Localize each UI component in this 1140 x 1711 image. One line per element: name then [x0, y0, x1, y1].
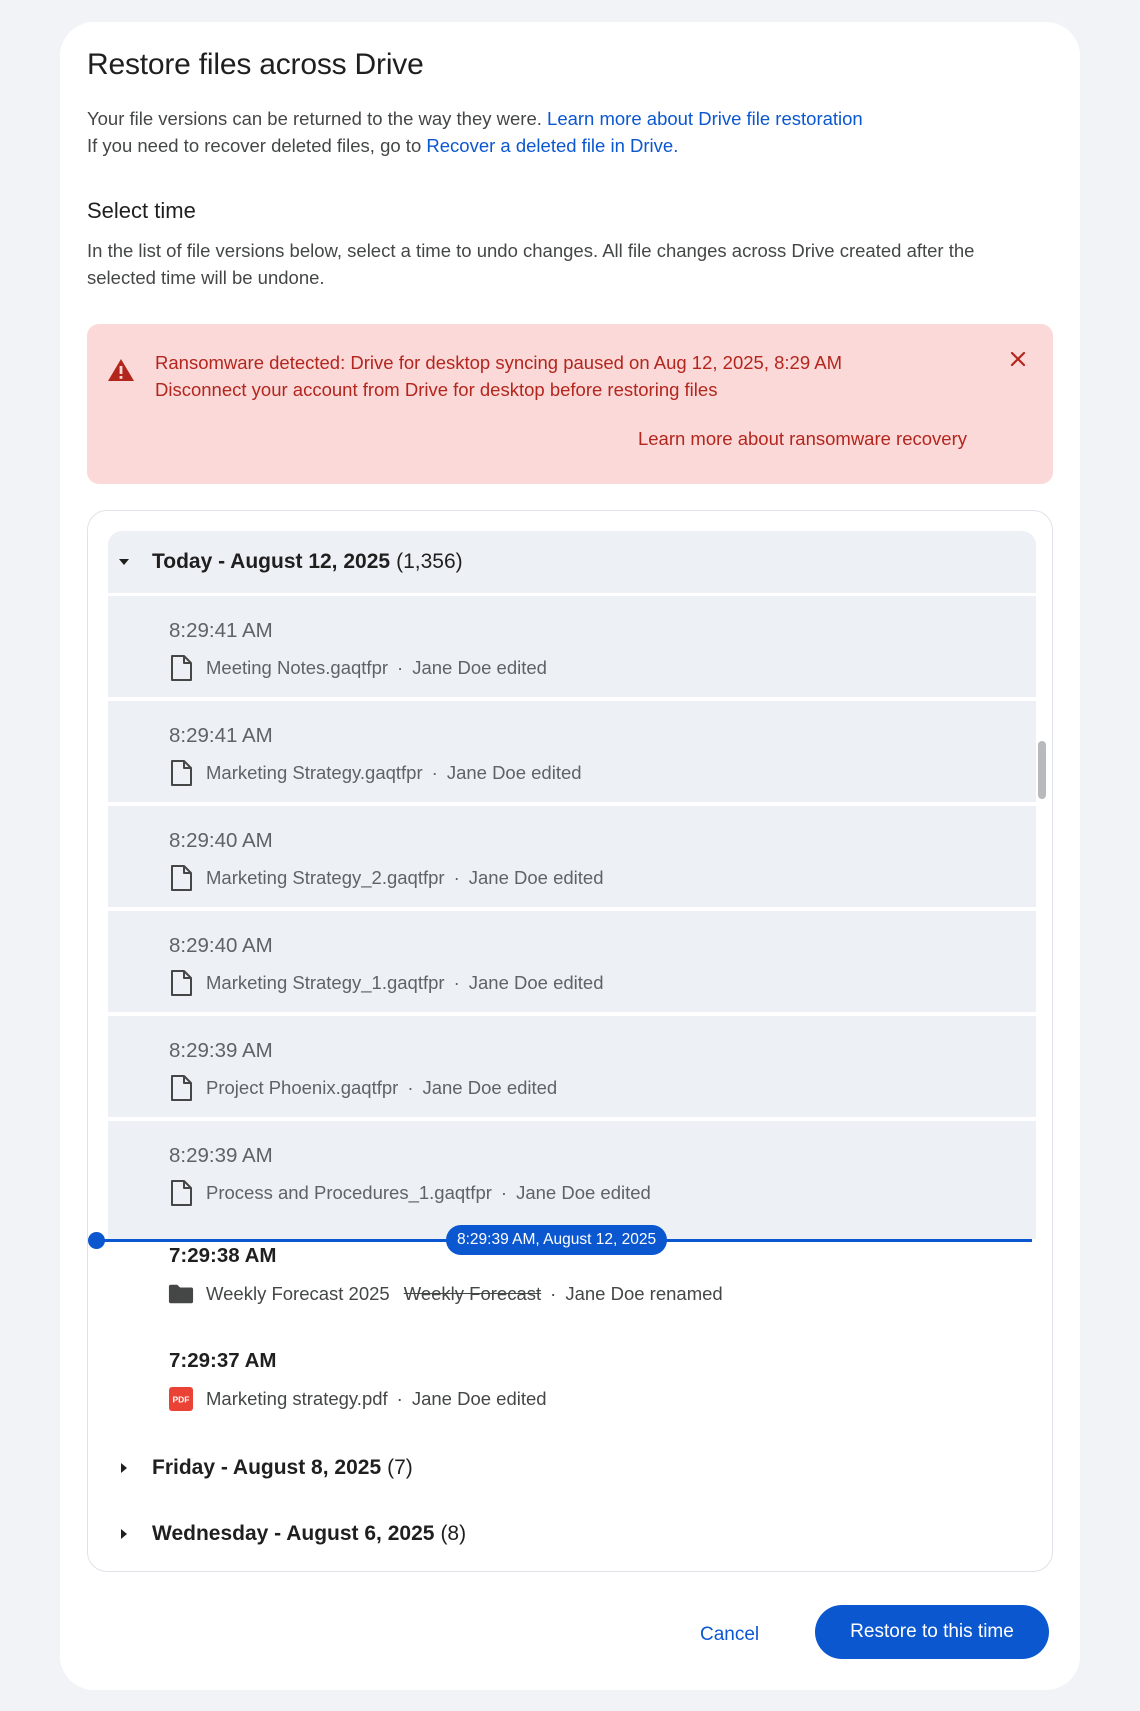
- separator: ·: [397, 657, 404, 678]
- version-row[interactable]: 8:29:39 AM Process and Procedures_1.gaqt…: [108, 1121, 1036, 1239]
- separator: ·: [407, 1077, 414, 1098]
- pdf-icon: PDF: [168, 1386, 194, 1412]
- group-label: Today - August 12, 2025: [152, 550, 391, 573]
- separator: ·: [550, 1283, 557, 1304]
- file-name: Marketing Strategy_1.gaqtfpr: [206, 972, 445, 993]
- version-action: Jane Doe renamed: [565, 1283, 723, 1304]
- caret-down-icon: [116, 554, 132, 570]
- version-action: Jane Doe edited: [468, 867, 604, 888]
- pdf-badge-text: PDF: [173, 1395, 190, 1405]
- alert-message: Disconnect your account from Drive for d…: [155, 378, 718, 400]
- version-time: 7:29:37 AM: [169, 1349, 277, 1372]
- version-time: 8:29:40 AM: [169, 934, 273, 957]
- file-name: Meeting Notes.gaqtfpr: [206, 657, 389, 678]
- file-name: Marketing Strategy_2.gaqtfpr: [206, 867, 445, 888]
- alert-title: Ransomware detected: Drive for desktop s…: [155, 352, 842, 373]
- restore-dialog: Restore files across Drive Your file ver…: [60, 22, 1080, 1690]
- file-icon: [168, 970, 194, 996]
- version-time: 7:29:38 AM: [169, 1244, 277, 1267]
- version-detail: Marketing Strategy_2.gaqtfpr · Jane Doe …: [168, 865, 604, 891]
- recover-deleted-file-link[interactable]: Recover a deleted file in Drive: [426, 135, 673, 156]
- file-icon: [168, 865, 194, 891]
- caret-right-icon: [116, 1460, 132, 1476]
- version-detail: Process and Procedures_1.gaqtfpr · Jane …: [168, 1180, 651, 1206]
- group-count: (8): [440, 1522, 467, 1545]
- version-detail: Weekly Forecast 2025 Weekly Forecast · J…: [168, 1281, 723, 1307]
- intro-text-1: Your file versions can be returned to th…: [87, 108, 542, 129]
- version-action: Jane Doe edited: [468, 972, 604, 993]
- file-icon: [168, 1075, 194, 1101]
- separator: ·: [396, 1388, 403, 1409]
- version-row[interactable]: 8:29:41 AM Marketing Strategy.gaqtfpr · …: [108, 701, 1036, 802]
- caret-right-icon: [116, 1526, 132, 1542]
- version-action: Jane Doe edited: [412, 657, 547, 678]
- version-time: 8:29:39 AM: [169, 1144, 273, 1167]
- version-row[interactable]: 8:29:41 AM Meeting Notes.gaqtfpr · Jane …: [108, 596, 1036, 697]
- file-name: Marketing Strategy.gaqtfpr: [206, 762, 423, 783]
- select-time-description: In the list of file versions below, sele…: [87, 240, 975, 288]
- version-detail: Meeting Notes.gaqtfpr · Jane Doe edited: [168, 655, 547, 681]
- version-action: Jane Doe edited: [422, 1077, 558, 1098]
- close-alert-button[interactable]: [1003, 344, 1033, 374]
- learn-more-restoration-link[interactable]: Learn more about Drive file restoration: [547, 108, 863, 129]
- file-icon: [168, 1180, 194, 1206]
- group-label: Wednesday - August 6, 2025: [152, 1522, 435, 1545]
- group-count: (7): [387, 1456, 413, 1479]
- ransomware-recovery-link[interactable]: Learn more about ransomware recovery: [638, 428, 967, 450]
- dialog-intro: Your file versions can be returned to th…: [87, 106, 863, 159]
- version-detail: PDF Marketing strategy.pdf · Jane Doe ed…: [168, 1386, 547, 1412]
- alert-text: Ransomware detected: Drive for desktop s…: [155, 350, 842, 403]
- intro-line-1: Your file versions can be returned to th…: [87, 106, 863, 133]
- group-header-wednesday[interactable]: Wednesday - August 6, 2025 (8): [108, 1514, 1036, 1554]
- version-time: 8:29:39 AM: [169, 1039, 273, 1062]
- version-detail: Marketing Strategy.gaqtfpr · Jane Doe ed…: [168, 760, 582, 786]
- restore-button[interactable]: Restore to this time: [815, 1605, 1049, 1659]
- version-row[interactable]: 8:29:40 AM Marketing Strategy_2.gaqtfpr …: [108, 806, 1036, 907]
- ransomware-alert: Ransomware detected: Drive for desktop s…: [87, 324, 1053, 484]
- version-time: 8:29:41 AM: [169, 619, 273, 642]
- old-file-name: Weekly Forecast: [403, 1283, 542, 1304]
- warning-icon: [108, 359, 134, 381]
- version-action: Jane Doe edited: [446, 762, 582, 783]
- cancel-button[interactable]: Cancel: [700, 1616, 759, 1654]
- group-header-today[interactable]: Today - August 12, 2025 (1,356): [108, 531, 1036, 593]
- separator: ·: [500, 1182, 508, 1203]
- version-row[interactable]: 7:29:37 AM PDF Marketing strategy.pdf · …: [108, 1331, 1036, 1432]
- intro-line-2: If you need to recover deleted files, go…: [87, 133, 863, 160]
- group-header-friday[interactable]: Friday - August 8, 2025 (7): [108, 1448, 1036, 1488]
- separator: ·: [453, 972, 460, 993]
- file-name: Marketing strategy.pdf: [206, 1388, 388, 1409]
- group-label: Friday - August 8, 2025: [152, 1456, 382, 1479]
- separator: ·: [431, 762, 438, 783]
- file-icon: [168, 760, 194, 786]
- file-icon: [168, 655, 194, 681]
- select-time-heading: Select time: [87, 198, 196, 223]
- version-detail: Project Phoenix.gaqtfpr · Jane Doe edite…: [168, 1075, 557, 1101]
- version-action: Jane Doe edited: [516, 1182, 651, 1203]
- scrollbar-thumb[interactable]: [1038, 741, 1046, 799]
- separator: ·: [453, 867, 460, 888]
- file-name: Weekly Forecast 2025: [206, 1283, 390, 1304]
- file-name: Process and Procedures_1.gaqtfpr: [206, 1182, 492, 1203]
- close-icon: [1010, 351, 1026, 367]
- dialog-title: Restore files across Drive: [87, 48, 424, 81]
- version-detail: Marketing Strategy_1.gaqtfpr · Jane Doe …: [168, 970, 604, 996]
- recover-link-period: .: [673, 134, 679, 156]
- version-row[interactable]: 8:29:39 AM Project Phoenix.gaqtfpr · Jan…: [108, 1016, 1036, 1117]
- group-count: (1,356): [396, 550, 463, 573]
- folder-icon: [168, 1281, 194, 1307]
- version-time: 8:29:41 AM: [169, 724, 273, 747]
- file-name: Project Phoenix.gaqtfpr: [206, 1077, 399, 1098]
- version-list: Today - August 12, 2025 (1,356) 8:29:41 …: [87, 510, 1053, 1572]
- restore-point-label: 8:29:39 AM, August 12, 2025: [446, 1225, 668, 1255]
- restore-point-handle[interactable]: [88, 1232, 105, 1249]
- version-row[interactable]: 8:29:40 AM Marketing Strategy_1.gaqtfpr …: [108, 911, 1036, 1012]
- version-action: Jane Doe edited: [411, 1388, 547, 1409]
- version-time: 8:29:40 AM: [169, 829, 273, 852]
- intro-text-2: If you need to recover deleted files, go…: [87, 134, 422, 156]
